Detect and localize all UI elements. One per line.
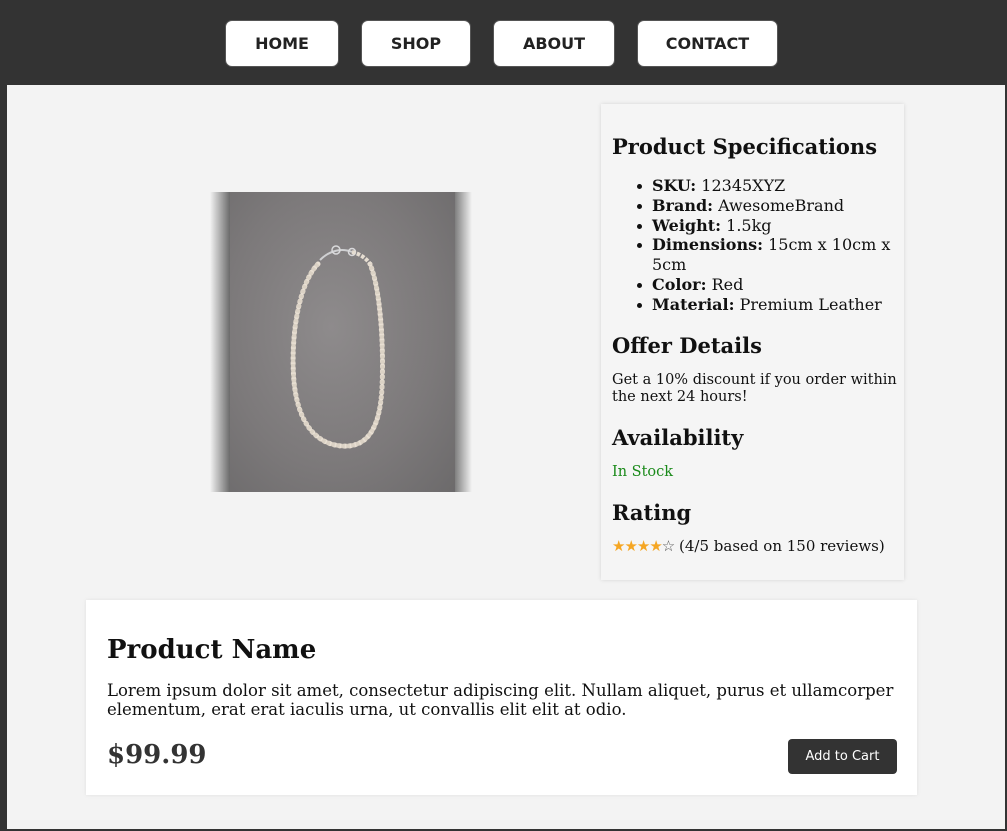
product-price: $99.99 xyxy=(107,740,207,770)
product-description: Lorem ipsum dolor sit amet, consectetur … xyxy=(107,681,894,719)
spec-key: Weight: xyxy=(652,215,722,235)
rating-line: ★★★★☆ (4/5 based on 150 reviews) xyxy=(612,538,897,555)
nav-about-button[interactable]: ABOUT xyxy=(493,20,615,67)
product-image-container xyxy=(210,192,472,492)
add-to-cart-button[interactable]: Add to Cart xyxy=(788,739,897,774)
spec-value: Red xyxy=(711,274,744,294)
spec-key: Color: xyxy=(652,274,707,294)
spec-item-color: Color: Red xyxy=(612,275,897,295)
offer-heading: Offer Details xyxy=(612,333,762,358)
pearl-necklace-illustration xyxy=(290,245,385,449)
rating-heading: Rating xyxy=(612,500,692,525)
spec-item-dimensions: Dimensions: 15cm x 10cm x 5cm xyxy=(612,235,897,275)
spec-value: 12345XYZ xyxy=(701,176,786,195)
spec-key: Material: xyxy=(652,294,735,314)
offer-text: Get a 10% discount if you order within t… xyxy=(612,372,897,405)
specs-heading: Product Specifications xyxy=(612,134,878,159)
product-card: Product Name Lorem ipsum dolor sit amet,… xyxy=(86,600,917,795)
spec-key: Dimensions: xyxy=(652,235,763,255)
availability-status: In Stock xyxy=(612,464,674,480)
spec-item-sku: SKU: 12345XYZ xyxy=(612,176,897,196)
nav-shop-button[interactable]: SHOP xyxy=(361,20,471,67)
nav-contact-button[interactable]: CONTACT xyxy=(637,20,778,67)
availability-heading: Availability xyxy=(612,425,744,450)
specifications-panel: Product Specifications SKU: 12345XYZ Bra… xyxy=(601,104,904,580)
spec-value: AwesomeBrand xyxy=(718,195,845,215)
rating-text: (4/5 based on 150 reviews) xyxy=(679,537,885,555)
nav-home-button[interactable]: HOME xyxy=(225,20,339,67)
top-navbar: HOME SHOP ABOUT CONTACT xyxy=(0,0,1007,85)
spec-key: SKU: xyxy=(652,176,697,195)
spec-value: Premium Leather xyxy=(739,294,882,314)
spec-item-brand: Brand: AwesomeBrand xyxy=(612,196,897,216)
specs-list: SKU: 12345XYZ Brand: AwesomeBrand Weight… xyxy=(612,176,897,315)
product-image xyxy=(230,192,455,492)
rating-stars-icon: ★★★★☆ xyxy=(612,537,675,555)
product-name: Product Name xyxy=(107,635,317,665)
spec-value: 1.5kg xyxy=(726,215,772,235)
spec-item-material: Material: Premium Leather xyxy=(612,295,897,315)
spec-key: Brand: xyxy=(652,195,714,215)
spec-item-weight: Weight: 1.5kg xyxy=(612,216,897,236)
